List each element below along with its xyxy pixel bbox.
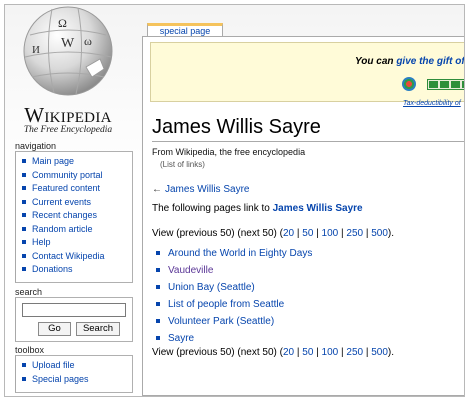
page-size-link[interactable]: 100 [322,347,339,358]
bullet-icon [156,251,160,255]
toolbox-item-upload-file[interactable]: Upload file [22,359,132,373]
site-notice: You can give the gift of Tax-deductibili… [150,42,465,107]
page-size-link[interactable]: 250 [346,347,363,358]
backlinks-list: Around the World in Eighty Days Vaudevil… [156,245,312,347]
search-input[interactable] [22,303,126,317]
backlink-item[interactable]: Volunteer Park (Seattle) [156,313,312,330]
bullet-icon [22,199,26,204]
nav-item-community-portal[interactable]: Community portal [22,169,132,183]
back-link[interactable]: ← James Willis Sayre [152,184,249,195]
progress-segment [451,81,460,88]
bullet-icon [22,159,26,163]
backlink-item[interactable]: Sayre [156,330,312,347]
page-size-link[interactable]: 20 [283,347,294,358]
bullet-icon [22,226,26,231]
notice-text: You can give the gift of [355,56,465,67]
puzzle-glyph: И [32,44,40,56]
progress-segment [429,81,438,88]
bullet-icon [22,186,26,190]
fundraising-progress-bar [427,79,464,90]
nav-item-recent-changes[interactable]: Recent changes [22,209,132,223]
pagination-bottom: View (previous 50) (next 50) (20 | 50 | … [152,347,395,358]
puzzle-glyph: W [61,36,75,51]
backlink-item[interactable]: Union Bay (Seattle) [156,279,312,296]
page-size-link[interactable]: 500 [371,228,388,239]
search-title: search [15,287,43,297]
donate-link[interactable]: give the gift of [396,56,464,67]
page-size-link[interactable]: 50 [302,347,313,358]
nav-item-random-article[interactable]: Random article [22,223,132,237]
logo-tagline: The Free Encyclopedia [23,125,113,135]
navigation-portlet: Main page Community portal Featured cont… [15,151,133,283]
puzzle-glyph: ω [84,34,92,48]
bullet-icon [22,267,26,271]
toolbox-portlet: Upload file Special pages [15,355,133,393]
wikipedia-logo[interactable]: Ω W И ω WIKIPEDIA The Free Encyclopedia [5,5,131,139]
navigation-title: navigation [15,141,57,151]
page-title: James Willis Sayre [152,116,464,142]
wikimedia-globe-icon [402,77,416,91]
bullet-icon [22,363,26,367]
left-arrow-icon: ← [152,184,162,195]
page-size-link[interactable]: 20 [283,228,294,239]
nav-item-current-events[interactable]: Current events [22,196,132,210]
content-sub: (List of links) [160,160,205,169]
puzzle-globe-icon: Ω W И ω [23,6,113,96]
progress-segment [462,81,464,88]
tab-special-page[interactable]: special page [147,23,223,37]
backlink-item[interactable]: List of people from Seattle [156,296,312,313]
bullet-icon [22,253,26,258]
backlink-item[interactable]: Vaudeville [156,262,312,279]
search-portlet: Go Search [15,297,133,342]
bullet-icon [156,336,160,340]
progress-segment [440,81,449,88]
pagination-top: View (previous 50) (next 50) (20 | 50 | … [152,228,395,239]
bullet-icon [22,240,26,244]
content-area: You can give the gift of Tax-deductibili… [142,36,465,396]
bullet-icon [156,285,160,289]
puzzle-glyph: Ω [58,16,67,30]
site-sub: From Wikipedia, the free encyclopedia [152,147,306,157]
nav-item-contact-wikipedia[interactable]: Contact Wikipedia [22,250,132,264]
go-button[interactable]: Go [38,322,71,336]
backlink-item[interactable]: Around the World in Eighty Days [156,245,312,262]
page-size-link[interactable]: 100 [322,228,339,239]
nav-item-featured-content[interactable]: Featured content [22,182,132,196]
page-size-link[interactable]: 500 [371,347,388,358]
bullet-icon [22,172,26,177]
nav-item-help[interactable]: Help [22,236,132,250]
bullet-icon [22,213,26,217]
search-button[interactable]: Search [76,322,120,336]
toolbox-title: toolbox [15,345,45,355]
nav-item-donations[interactable]: Donations [22,263,132,277]
page-size-link[interactable]: 50 [302,228,313,239]
page-size-link[interactable]: 250 [346,228,363,239]
bullet-icon [156,268,160,272]
bullet-icon [22,376,26,381]
target-page-link[interactable]: James Willis Sayre [273,203,363,214]
nav-item-main-page[interactable]: Main page [22,155,132,169]
bullet-icon [156,302,160,306]
bullet-icon [156,319,160,323]
intro-text: The following pages link to James Willis… [152,203,363,214]
tax-deductibility-link[interactable]: Tax-deductibility of [403,100,461,107]
toolbox-item-special-pages[interactable]: Special pages [22,373,132,387]
browser-page: Ω W И ω WIKIPEDIA The Free Encyclopedia … [4,4,465,397]
